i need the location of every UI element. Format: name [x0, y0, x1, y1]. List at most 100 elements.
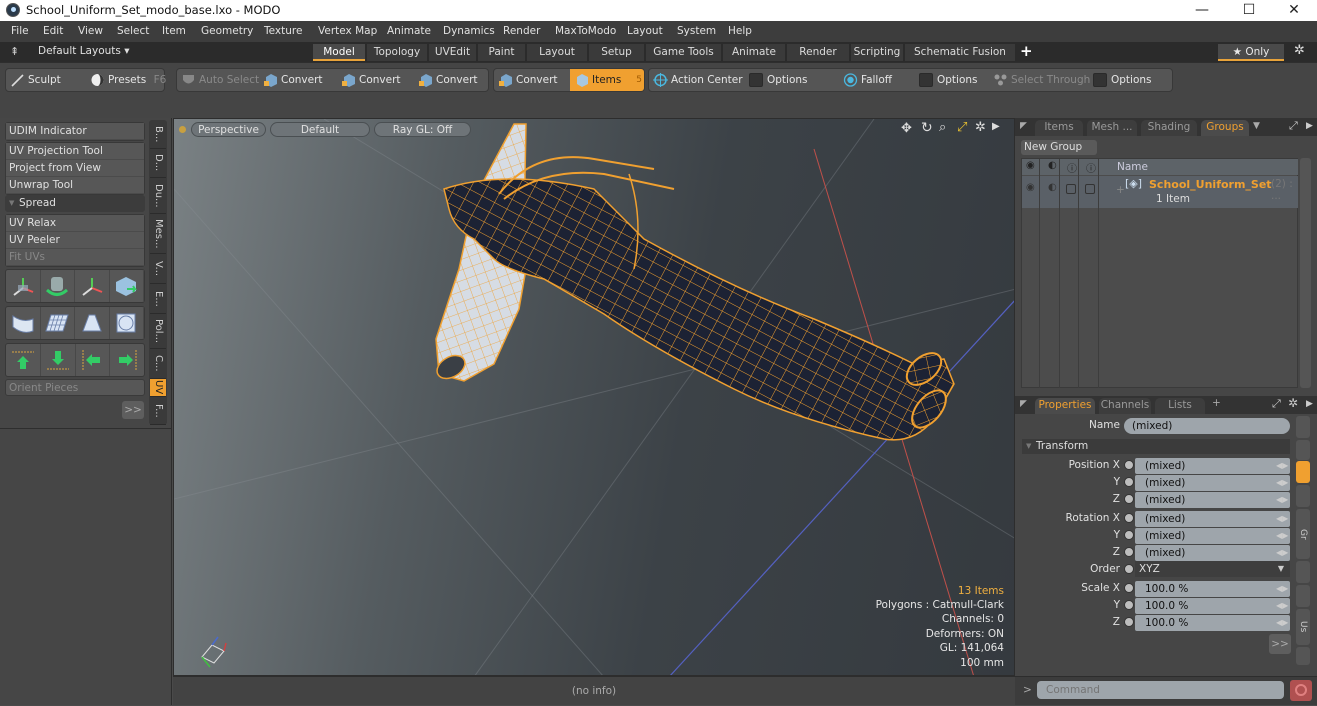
- pan-view-icon[interactable]: ✥: [901, 121, 912, 136]
- position-x-keyframe[interactable]: [1124, 460, 1134, 470]
- uv-perspective-button[interactable]: [75, 307, 110, 339]
- palette-tab-uv[interactable]: UV: [150, 379, 166, 397]
- scale-z-field[interactable]: 100.0 %: [1135, 615, 1290, 631]
- items-mode-button[interactable]: Items 5: [570, 69, 644, 91]
- falloff-options-button[interactable]: Options: [915, 69, 978, 91]
- tab-layout[interactable]: Layout: [527, 44, 587, 61]
- fit-uvs-button[interactable]: Fit UVs: [6, 249, 144, 266]
- tab-topology[interactable]: Topology: [367, 44, 427, 61]
- visibility-eye-icon[interactable]: ◉: [1026, 182, 1035, 193]
- minimize-button[interactable]: —: [1179, 0, 1225, 21]
- side-tab-active[interactable]: [1296, 461, 1310, 483]
- layouts-up-arrow-icon[interactable]: ⇞: [10, 45, 19, 58]
- position-z-keyframe[interactable]: [1124, 494, 1134, 504]
- tab-game-tools[interactable]: Game Tools: [646, 44, 721, 61]
- tab-groups[interactable]: Groups: [1201, 120, 1249, 136]
- tab-model[interactable]: Model: [313, 44, 365, 61]
- menu-view[interactable]: View: [78, 25, 103, 37]
- convert-edges-button[interactable]: Convert: [337, 69, 401, 91]
- side-tab[interactable]: [1296, 485, 1310, 507]
- menu-texture[interactable]: Texture: [264, 25, 302, 37]
- scale-y-stepper[interactable]: ◀▶: [1276, 601, 1288, 611]
- menu-layout[interactable]: Layout: [627, 25, 663, 37]
- add-tab-button[interactable]: +: [1212, 397, 1221, 409]
- menu-geometry[interactable]: Geometry: [201, 25, 253, 37]
- palette-tab-c[interactable]: C...: [150, 349, 166, 379]
- select-through-button[interactable]: Select Through: [989, 69, 1090, 91]
- select-checkbox[interactable]: [1085, 184, 1095, 194]
- tabs-dropdown-icon[interactable]: ▼: [1253, 121, 1260, 131]
- rotate-view-icon[interactable]: ↻: [921, 120, 933, 136]
- menu-maxtomodo[interactable]: MaxToModo: [555, 25, 616, 37]
- rotation-x-field[interactable]: (mixed): [1135, 511, 1290, 527]
- sculpt-button[interactable]: Sculpt: [6, 69, 61, 91]
- scale-y-field[interactable]: 100.0 %: [1135, 598, 1290, 614]
- expand-panel-icon[interactable]: ⤢: [1289, 119, 1298, 133]
- unwrap-tool-button[interactable]: Unwrap Tool: [6, 177, 144, 194]
- lock-icon[interactable]: ⓘ: [1067, 160, 1077, 175]
- uv-scale-tool-button[interactable]: [75, 270, 110, 302]
- position-x-stepper[interactable]: ◀▶: [1276, 461, 1288, 471]
- tab-scripting[interactable]: Scripting: [851, 44, 903, 61]
- tab-items[interactable]: Items: [1035, 120, 1083, 136]
- uv-projection-tool-button[interactable]: UV Projection Tool: [6, 143, 144, 160]
- side-tab[interactable]: [1296, 440, 1310, 460]
- zoom-view-icon[interactable]: ⌕: [939, 120, 946, 135]
- side-tab[interactable]: [1296, 585, 1310, 607]
- transform-section-header[interactable]: ▼ Transform: [1022, 439, 1290, 454]
- tab-paint[interactable]: Paint: [478, 44, 525, 61]
- side-tab[interactable]: [1296, 561, 1310, 583]
- palette-tab-b[interactable]: B...: [150, 120, 166, 149]
- palette-tab-v[interactable]: V...: [150, 254, 166, 284]
- position-y-stepper[interactable]: ◀▶: [1276, 478, 1288, 488]
- panel-menu-icon[interactable]: ◤: [1020, 121, 1027, 131]
- panel-menu-icon[interactable]: ◤: [1020, 399, 1027, 409]
- uv-cylindrical-button[interactable]: [6, 307, 41, 339]
- uv-relax-button[interactable]: UV Relax: [6, 215, 144, 232]
- scale-z-stepper[interactable]: ◀▶: [1276, 618, 1288, 628]
- scale-x-field[interactable]: 100.0 %: [1135, 581, 1290, 597]
- uv-planar-button[interactable]: [41, 307, 75, 339]
- new-group-button[interactable]: New Group: [1021, 140, 1097, 155]
- menu-select[interactable]: Select: [117, 25, 149, 37]
- more-properties-button[interactable]: >>: [1269, 634, 1291, 654]
- close-button[interactable]: ✕: [1271, 0, 1317, 21]
- properties-gear-icon[interactable]: ✲: [1288, 396, 1298, 410]
- menu-edit[interactable]: Edit: [43, 25, 63, 37]
- shading-mode-dropdown[interactable]: Default: [270, 122, 370, 137]
- project-from-view-button[interactable]: Project from View: [6, 160, 144, 177]
- gear-icon[interactable]: ✲: [1294, 43, 1305, 58]
- menu-render[interactable]: Render: [503, 25, 540, 37]
- side-tab-user[interactable]: Us: [1296, 609, 1310, 645]
- falloff-button[interactable]: Falloff: [839, 69, 892, 91]
- udim-indicator-button[interactable]: UDIM Indicator: [6, 123, 144, 140]
- position-z-field[interactable]: (mixed): [1135, 492, 1290, 508]
- align-right-button[interactable]: [110, 344, 144, 376]
- menu-file[interactable]: File: [11, 25, 29, 37]
- position-y-keyframe[interactable]: [1124, 477, 1134, 487]
- palette-tab-e[interactable]: E...: [150, 284, 166, 314]
- order-keyframe[interactable]: [1124, 564, 1134, 574]
- record-macro-button[interactable]: [1290, 680, 1312, 701]
- render-icon[interactable]: ◐: [1048, 182, 1057, 193]
- presets-button[interactable]: Presets F6: [86, 69, 166, 91]
- position-x-field[interactable]: (mixed): [1135, 458, 1290, 474]
- tab-shading[interactable]: Shading: [1141, 120, 1197, 136]
- side-tab[interactable]: [1296, 416, 1310, 438]
- tab-render[interactable]: Render: [787, 44, 849, 61]
- palette-tab-pol[interactable]: Pol...: [150, 314, 166, 349]
- tab-channels[interactable]: Channels: [1099, 398, 1151, 414]
- lock-checkbox[interactable]: [1066, 184, 1076, 194]
- palette-tab-d[interactable]: D...: [150, 149, 166, 178]
- menu-item[interactable]: Item: [162, 25, 186, 37]
- convert-polygons-button[interactable]: Convert: [414, 69, 478, 91]
- rotation-z-stepper[interactable]: ◀▶: [1276, 548, 1288, 558]
- menu-animate[interactable]: Animate: [387, 25, 431, 37]
- viewport-options-dot-icon[interactable]: [179, 126, 186, 133]
- group-row[interactable]: ◉ ◐ + [◈] School_Uniform_Set (2) : ... 1…: [1022, 176, 1298, 208]
- tab-properties[interactable]: Properties: [1035, 398, 1095, 414]
- render-icon[interactable]: ◐: [1048, 160, 1057, 171]
- default-layouts-dropdown[interactable]: Default Layouts ▾: [38, 45, 129, 57]
- rotation-x-stepper[interactable]: ◀▶: [1276, 514, 1288, 524]
- expand-group-icon[interactable]: +: [1116, 184, 1125, 196]
